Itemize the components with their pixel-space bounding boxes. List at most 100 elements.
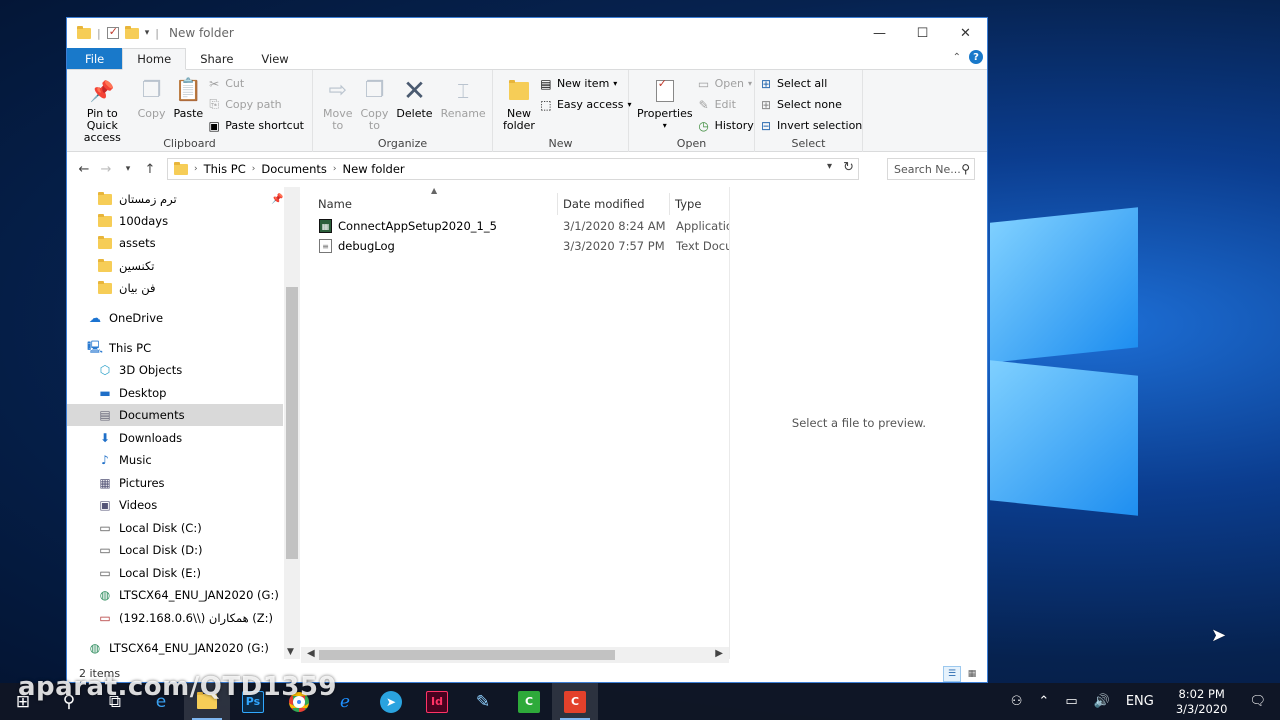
- telegram-icon[interactable]: ➤: [368, 683, 414, 720]
- select-none-button[interactable]: ⊞ Select none: [759, 95, 866, 114]
- breadcrumb-documents[interactable]: Documents: [261, 162, 327, 176]
- edit-button[interactable]: ✎ Edit: [697, 95, 758, 114]
- preview-placeholder-text: Select a file to preview.: [791, 416, 927, 430]
- nav-item-pictures[interactable]: ▦ Pictures: [67, 472, 283, 494]
- ribbon-collapse-icon[interactable]: ⌃: [953, 52, 961, 63]
- nav-item-dvd-g-root[interactable]: ◍ LTSCX64_ENU_JAN2020 (G:): [67, 637, 283, 659]
- column-header-date-modified[interactable]: Date modified: [563, 193, 645, 215]
- title-bar[interactable]: | ▾ | New folder — ☐ ✕: [67, 18, 987, 48]
- notepad-icon[interactable]: ✎: [460, 683, 506, 720]
- nav-item-assets[interactable]: assets: [67, 232, 283, 254]
- address-bar[interactable]: › This PC › Documents › New folder ▾ ↻: [167, 158, 859, 180]
- nav-item-this-pc[interactable]: 🖳 This PC: [67, 337, 283, 359]
- scrollbar-thumb[interactable]: [319, 650, 615, 660]
- tab-view[interactable]: View: [247, 48, 302, 69]
- invert-selection-button[interactable]: ⊟ Invert selection: [759, 116, 866, 135]
- nav-item-local-disk-e[interactable]: ▭ Local Disk (E:): [67, 562, 283, 584]
- refresh-icon[interactable]: ↻: [843, 160, 854, 175]
- qat-dropdown-icon[interactable]: ▾: [145, 28, 150, 38]
- column-header-type-label: Type: [675, 197, 702, 211]
- select-all-button[interactable]: ⊞ Select all: [759, 74, 866, 93]
- scroll-down-arrow-icon[interactable]: ▼: [287, 647, 294, 657]
- nav-item-3d-objects[interactable]: ⬡ 3D Objects: [67, 359, 283, 381]
- nav-item-local-disk-d[interactable]: ▭ Local Disk (D:): [67, 539, 283, 561]
- system-tray: ⚇ ⌃ ▭ 🔊 ENG 8:02 PM 3/3/2020 🗨: [1003, 683, 1280, 720]
- large-icons-view-icon[interactable]: ▦: [963, 666, 981, 682]
- clock[interactable]: 8:02 PM 3/3/2020: [1162, 687, 1242, 717]
- breadcrumb-chevron-icon[interactable]: ›: [333, 164, 337, 174]
- nav-item-local-disk-c[interactable]: ▭ Local Disk (C:): [67, 517, 283, 539]
- nav-item-label: Documents: [119, 408, 185, 422]
- disk-icon: ▭: [99, 521, 111, 535]
- open-button[interactable]: ▭ Open ▾: [697, 74, 758, 93]
- delete-label: Delete: [396, 107, 433, 120]
- desktop-icon: ▬: [99, 386, 111, 400]
- nav-item-downloads[interactable]: ⬇ Downloads: [67, 427, 283, 449]
- nav-item-network-z[interactable]: ▭ همکاران (\\192.168.0.6) (Z:): [67, 607, 283, 629]
- new-folder-icon[interactable]: [124, 25, 139, 39]
- nav-item-desktop[interactable]: ▬ Desktop: [67, 382, 283, 404]
- tab-share[interactable]: Share: [186, 48, 247, 69]
- column-divider[interactable]: [669, 193, 670, 215]
- nav-item-label: OneDrive: [109, 311, 164, 325]
- minimize-button[interactable]: —: [858, 18, 901, 48]
- nav-item-dvd-g[interactable]: ◍ LTSCX64_ENU_JAN2020 (G:): [67, 584, 283, 606]
- tab-file[interactable]: File: [67, 48, 123, 69]
- easy-access-icon: ⬚: [540, 97, 552, 112]
- scrollbar-thumb[interactable]: [286, 287, 298, 559]
- back-arrow-icon[interactable]: ←: [73, 162, 95, 177]
- maximize-button[interactable]: ☐: [901, 18, 944, 48]
- nav-item-onedrive[interactable]: ☁ OneDrive: [67, 307, 283, 329]
- scroll-right-arrow-icon[interactable]: ▶: [715, 648, 723, 659]
- chevron-up-icon[interactable]: ⌃: [1030, 694, 1057, 709]
- properties-icon[interactable]: [106, 25, 119, 39]
- nav-item-100days[interactable]: 100days: [67, 210, 283, 232]
- nav-item-documents[interactable]: ▤ Documents: [67, 404, 283, 426]
- file-row[interactable]: ≡ debugLog 3/3/2020 7:57 PM Text Documen…: [315, 236, 730, 256]
- people-icon[interactable]: ⚇: [1003, 694, 1031, 709]
- breadcrumb-chevron-icon[interactable]: ›: [194, 164, 198, 174]
- language-indicator[interactable]: ENG: [1118, 694, 1162, 709]
- navigation-pane-scrollbar[interactable]: ▼: [284, 187, 300, 659]
- cut-button[interactable]: ✂ Cut: [207, 74, 308, 93]
- network-icon[interactable]: ▭: [1057, 694, 1085, 709]
- easy-access-button[interactable]: ⬚ Easy access ▾: [539, 95, 636, 114]
- clipboard-icon: 📋: [174, 78, 203, 103]
- recent-locations-chevron-icon[interactable]: ▾: [117, 164, 139, 174]
- new-item-button[interactable]: ▤ New item ▾: [539, 74, 636, 93]
- search-icon[interactable]: ⚲: [961, 162, 970, 176]
- breadcrumb-this-pc[interactable]: This PC: [204, 162, 246, 176]
- file-row[interactable]: ▦ ConnectAppSetup2020_1_5 3/1/2020 8:24 …: [315, 216, 730, 236]
- nav-item-quick-winter[interactable]: ترم زمستان 📌: [67, 188, 283, 210]
- details-view-icon[interactable]: ☰: [943, 666, 961, 682]
- copy-path-button[interactable]: ⎘ Copy path: [207, 95, 308, 114]
- breadcrumb-chevron-icon[interactable]: ›: [252, 164, 256, 174]
- tab-home[interactable]: Home: [122, 48, 187, 70]
- column-header-name[interactable]: Name: [318, 193, 352, 215]
- history-button[interactable]: ◷ History: [697, 116, 758, 135]
- nav-item-label: Local Disk (D:): [119, 543, 203, 557]
- column-divider[interactable]: [557, 193, 558, 215]
- up-arrow-icon[interactable]: ↑: [139, 162, 161, 177]
- file-list-horizontal-scrollbar[interactable]: ◀ ▶: [301, 647, 729, 663]
- close-button[interactable]: ✕: [944, 18, 987, 48]
- notifications-icon[interactable]: 🗨: [1241, 694, 1280, 709]
- address-dropdown-icon[interactable]: ▾: [827, 161, 832, 172]
- scroll-left-arrow-icon[interactable]: ◀: [307, 648, 315, 659]
- indesign-icon[interactable]: Id: [414, 683, 460, 720]
- nav-item-speech[interactable]: فن بیان: [67, 277, 283, 299]
- nav-item-music[interactable]: ♪ Music: [67, 449, 283, 471]
- nav-item-technician[interactable]: تکنسین: [67, 255, 283, 277]
- camtasia-recorder-icon[interactable]: C: [552, 683, 598, 720]
- pin-icon[interactable]: 📌: [271, 194, 283, 205]
- camtasia-green-icon[interactable]: C: [506, 683, 552, 720]
- sort-ascending-icon: ▲: [431, 186, 438, 195]
- breadcrumb-new-folder[interactable]: New folder: [343, 162, 405, 176]
- nav-item-videos[interactable]: ▣ Videos: [67, 494, 283, 516]
- paste-shortcut-button[interactable]: ▣ Paste shortcut: [207, 116, 308, 135]
- help-icon[interactable]: ?: [969, 50, 983, 64]
- forward-arrow-icon[interactable]: →: [95, 162, 117, 177]
- volume-icon[interactable]: 🔊: [1086, 694, 1118, 709]
- column-header-type[interactable]: Type: [675, 193, 701, 215]
- search-input[interactable]: Search Ne... ⚲: [887, 158, 975, 180]
